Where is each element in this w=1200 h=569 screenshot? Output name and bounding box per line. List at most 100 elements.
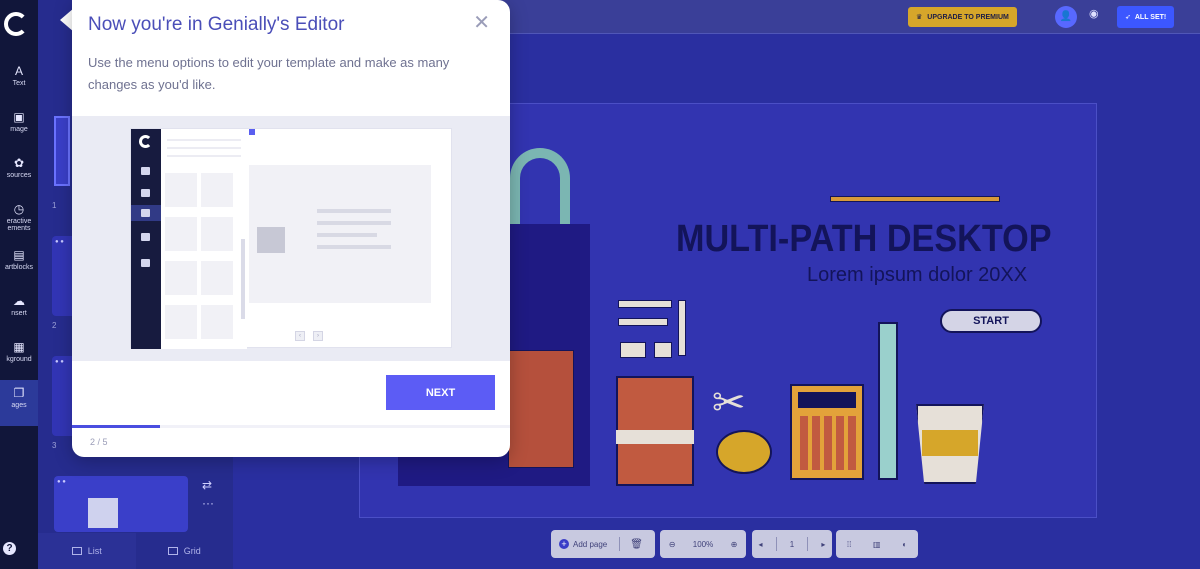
thumbnail-dots-icon: ● ● (57, 479, 66, 485)
slide-subtitle[interactable]: Lorem ipsum dolor 20XX (807, 264, 1027, 287)
layout-icon[interactable]: ▥ (873, 540, 881, 549)
trash-icon[interactable]: 🗑 (630, 539, 643, 550)
mockup-card (165, 261, 197, 295)
thumbnail-dots-icon: ● ● (55, 239, 64, 245)
mockup-line (167, 139, 241, 141)
user-avatar-icon[interactable]: 👤 (1055, 6, 1077, 28)
calculator-keys (800, 416, 856, 470)
mockup-panel (161, 129, 247, 349)
rail-item-background[interactable]: ▦ kground (0, 334, 38, 380)
mockup-card (165, 173, 197, 207)
tape-illustration (716, 430, 772, 474)
accessibility-icon[interactable]: ◐ (902, 540, 907, 549)
popover-body: Use the menu options to edit your templa… (88, 55, 450, 92)
rail-item-insert[interactable]: ☁ nsert (0, 288, 38, 334)
pen-illustration (678, 300, 686, 356)
eraser-illustration (620, 342, 646, 358)
ruler-small-illustration (618, 300, 672, 308)
rail-item-pages[interactable]: ❐ ages (0, 380, 38, 426)
close-icon[interactable]: ✕ (473, 10, 490, 35)
start-button[interactable]: START (940, 309, 1042, 333)
grid-view-button[interactable]: Grid (136, 533, 234, 569)
mockup-smartblocks-icon (141, 259, 150, 267)
mockup-image-placeholder (257, 227, 285, 253)
upgrade-label: UPGRADE TO PREMIUM (927, 13, 1009, 21)
mockup-prev-icon: ‹ (295, 331, 305, 341)
page-thumbnail-4[interactable]: ● ● (54, 476, 188, 532)
mockup-rail (131, 129, 161, 349)
rail-item-text[interactable]: A Text (0, 58, 38, 104)
coffee-sleeve (922, 430, 978, 456)
page-thumbnail-1[interactable] (54, 116, 70, 186)
page-number-input[interactable]: 1 (790, 540, 794, 549)
calculator-screen (798, 392, 856, 408)
preview-eye-icon[interactable]: ◉ (1089, 7, 1103, 21)
mockup-text-line (317, 233, 377, 237)
zoom-in-icon[interactable]: ⊕ (731, 540, 738, 549)
mockup-card (165, 217, 197, 251)
next-button[interactable]: NEXT (386, 375, 495, 410)
zoom-control: ⊖ 100% ⊕ (660, 530, 746, 558)
mockup-card (165, 305, 197, 339)
popover-illustration: ‹ › (72, 116, 510, 361)
rail-item-label: Text (12, 80, 26, 87)
zoom-level: 100% (692, 539, 714, 549)
mockup-scrollbar (241, 239, 245, 319)
mockup-line (167, 155, 241, 157)
separator (619, 537, 621, 551)
rail-item-smartblocks[interactable]: ▤ artblocks (0, 242, 38, 288)
slide-title[interactable]: MULTI-PATH DESKTOP (676, 218, 1052, 261)
genially-logo-icon[interactable] (4, 12, 28, 36)
mockup-card (201, 173, 233, 207)
list-icon (71, 547, 82, 555)
crown-icon: ♛ (916, 14, 923, 21)
separator (775, 537, 777, 551)
more-options-icon[interactable]: ··· (202, 496, 214, 510)
editor-mockup: ‹ › (130, 128, 452, 349)
mockup-canvas (249, 165, 431, 303)
pages-icon: ❐ (13, 386, 25, 400)
view-options: ⁞⁞ ▥ ◐ (836, 530, 918, 558)
progress-fill (72, 425, 160, 428)
all-set-button[interactable]: ➶ ALL SET! (1117, 6, 1175, 28)
rail-item-label: sources (6, 172, 32, 179)
image-icon: ▣ (13, 110, 25, 124)
rail-item-label: artblocks (4, 264, 33, 271)
upgrade-button[interactable]: ♛ UPGRADE TO PREMIUM (908, 7, 1017, 27)
mockup-logo-icon (139, 135, 152, 148)
mockup-card (201, 305, 233, 339)
mockup-next-icon: › (313, 331, 323, 341)
rail-item-resources[interactable]: ✿ sources (0, 150, 38, 196)
zoom-out-icon[interactable]: ⊖ (669, 540, 676, 549)
mockup-marker (249, 129, 255, 135)
rail-item-label: kground (6, 356, 32, 363)
mockup-text-line (317, 245, 391, 249)
prev-page-icon[interactable]: ◂ (759, 540, 763, 549)
mockup-line (167, 147, 241, 149)
page-navigation: ◂ 1 ▸ (752, 530, 832, 558)
sharpener-illustration (654, 342, 672, 358)
next-page-icon[interactable]: ▸ (821, 540, 825, 549)
rail-item-interactive[interactable]: ◷ eractive ements (0, 196, 38, 242)
add-page-button[interactable]: + Add page 🗑 (551, 530, 655, 558)
interactive-icon: ◷ (13, 202, 25, 216)
scissors-illustration: ✂ (712, 381, 746, 425)
rail-item-image[interactable]: ▣ mage (0, 104, 38, 150)
smartblocks-icon: ▤ (13, 248, 25, 262)
popover-title: Now you're in Genially's Editor (88, 14, 345, 35)
page-actions-icon[interactable]: ⇄ (202, 478, 212, 492)
tall-ruler-illustration (878, 322, 898, 480)
help-icon[interactable]: ? (3, 542, 16, 555)
list-view-button[interactable]: List (38, 533, 136, 569)
grid-view-icon[interactable]: ⁞⁞ (847, 540, 851, 549)
wallet-illustration (508, 350, 574, 468)
rocket-icon: ➶ (1125, 14, 1131, 21)
ruler-small-illustration (618, 318, 668, 326)
rail-item-label: mage (10, 126, 28, 133)
notebook-band (616, 430, 694, 444)
all-set-label: ALL SET! (1134, 13, 1167, 21)
resources-icon: ✿ (13, 156, 25, 170)
mockup-interactive-icon (141, 233, 150, 241)
step-counter: 2 / 5 (90, 437, 108, 447)
left-rail: A Text ▣ mage ✿ sources ◷ eractive ement… (0, 0, 38, 569)
